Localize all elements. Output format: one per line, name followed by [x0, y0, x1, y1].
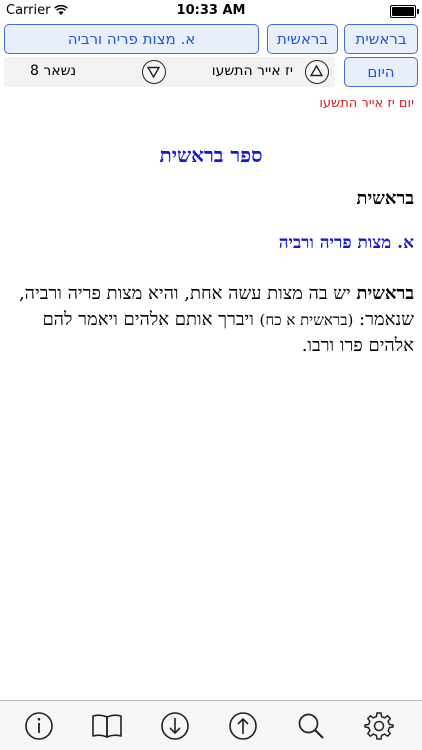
date-strip: יז אייר התשעו נשאר 8 — [4, 57, 335, 87]
mitzva-select-button[interactable]: א. מצות פריה ורביה — [4, 24, 259, 54]
mitzva-body-text: בראשית יש בה מצות עשה אחת, והיא מצות פרי… — [8, 281, 414, 359]
parsha-select-button[interactable]: בראשית — [267, 24, 338, 54]
search-icon[interactable] — [295, 710, 327, 742]
body-lead-word: בראשית — [356, 283, 414, 304]
parsha-heading: בראשית — [356, 188, 414, 209]
battery-icon — [390, 5, 419, 18]
current-date: יז אייר התשעו — [211, 63, 293, 79]
info-icon[interactable] — [23, 710, 55, 742]
book-title: ספר בראשית — [159, 143, 263, 167]
book-select-button[interactable]: בראשית — [344, 24, 418, 54]
arrow-up-icon[interactable] — [227, 710, 259, 742]
book-icon[interactable] — [91, 710, 123, 742]
mitzva-heading: א. מצות פריה ורביה — [278, 233, 414, 253]
tab-bar — [0, 700, 422, 750]
verse-reference: (בראשית א כח) — [259, 311, 354, 329]
next-day-button[interactable] — [305, 60, 329, 84]
prev-day-button[interactable] — [142, 60, 166, 84]
triangle-down-icon — [146, 66, 161, 79]
status-time: 10:33 AM — [176, 3, 246, 18]
arrow-down-icon[interactable] — [159, 710, 191, 742]
triangle-up-icon — [309, 64, 324, 77]
nav-row-date: היום יז אייר התשעו נשאר 8 — [4, 57, 418, 89]
today-button[interactable]: היום — [344, 57, 418, 87]
remaining-count: נשאר 8 — [30, 63, 77, 79]
nav-row-top: בראשית בראשית א. מצות פריה ורביה — [4, 24, 418, 56]
status-bar: Carrier 10:33 AM — [0, 0, 422, 22]
gear-icon[interactable] — [363, 710, 395, 742]
date-line: יום יז אייר התשעו — [319, 96, 414, 111]
